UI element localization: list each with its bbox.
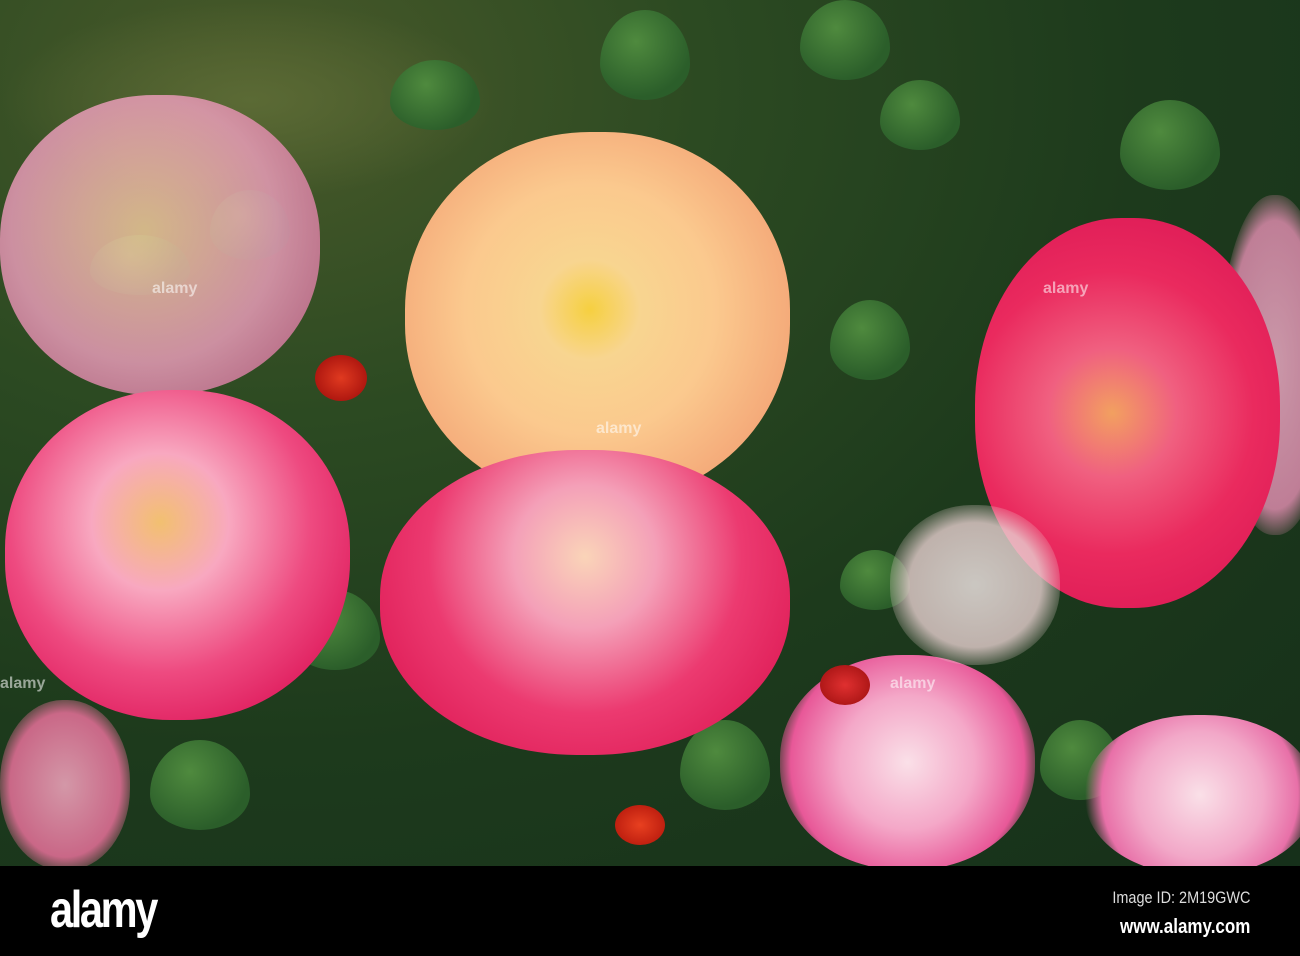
rose-bud: [615, 805, 665, 845]
rose-bud: [820, 665, 870, 705]
watermark-text: alamy: [596, 420, 642, 437]
watermark-text: alamy: [1043, 280, 1089, 297]
website-link[interactable]: www.alamy.com: [1120, 916, 1250, 939]
rose-bud: [315, 355, 367, 401]
rose-bush-photo: alamy alamy alamy alamy alamy: [0, 0, 1300, 866]
white-rose: [890, 505, 1060, 665]
leaf: [150, 740, 250, 830]
watermark-text: alamy: [152, 280, 198, 297]
blurred-rose: [0, 95, 320, 395]
watermark-text: alamy: [890, 675, 936, 692]
alamy-logo: alamy: [50, 881, 158, 939]
light-pink-rose: [1085, 715, 1300, 866]
watermark-text: alamy: [0, 675, 46, 692]
pink-rose: [5, 390, 350, 720]
pink-rose: [380, 450, 790, 755]
image-id: Image ID: 2M19GWC: [1111, 888, 1250, 907]
blurred-rose: [0, 700, 130, 866]
leaf: [880, 80, 960, 150]
leaf: [1120, 100, 1220, 190]
leaf: [830, 300, 910, 380]
footer-bar: alamy Image ID: 2M19GWC www.alamy.com: [0, 866, 1300, 956]
leaf: [800, 0, 890, 80]
peach-rose: [405, 132, 790, 502]
leaf: [600, 10, 690, 100]
